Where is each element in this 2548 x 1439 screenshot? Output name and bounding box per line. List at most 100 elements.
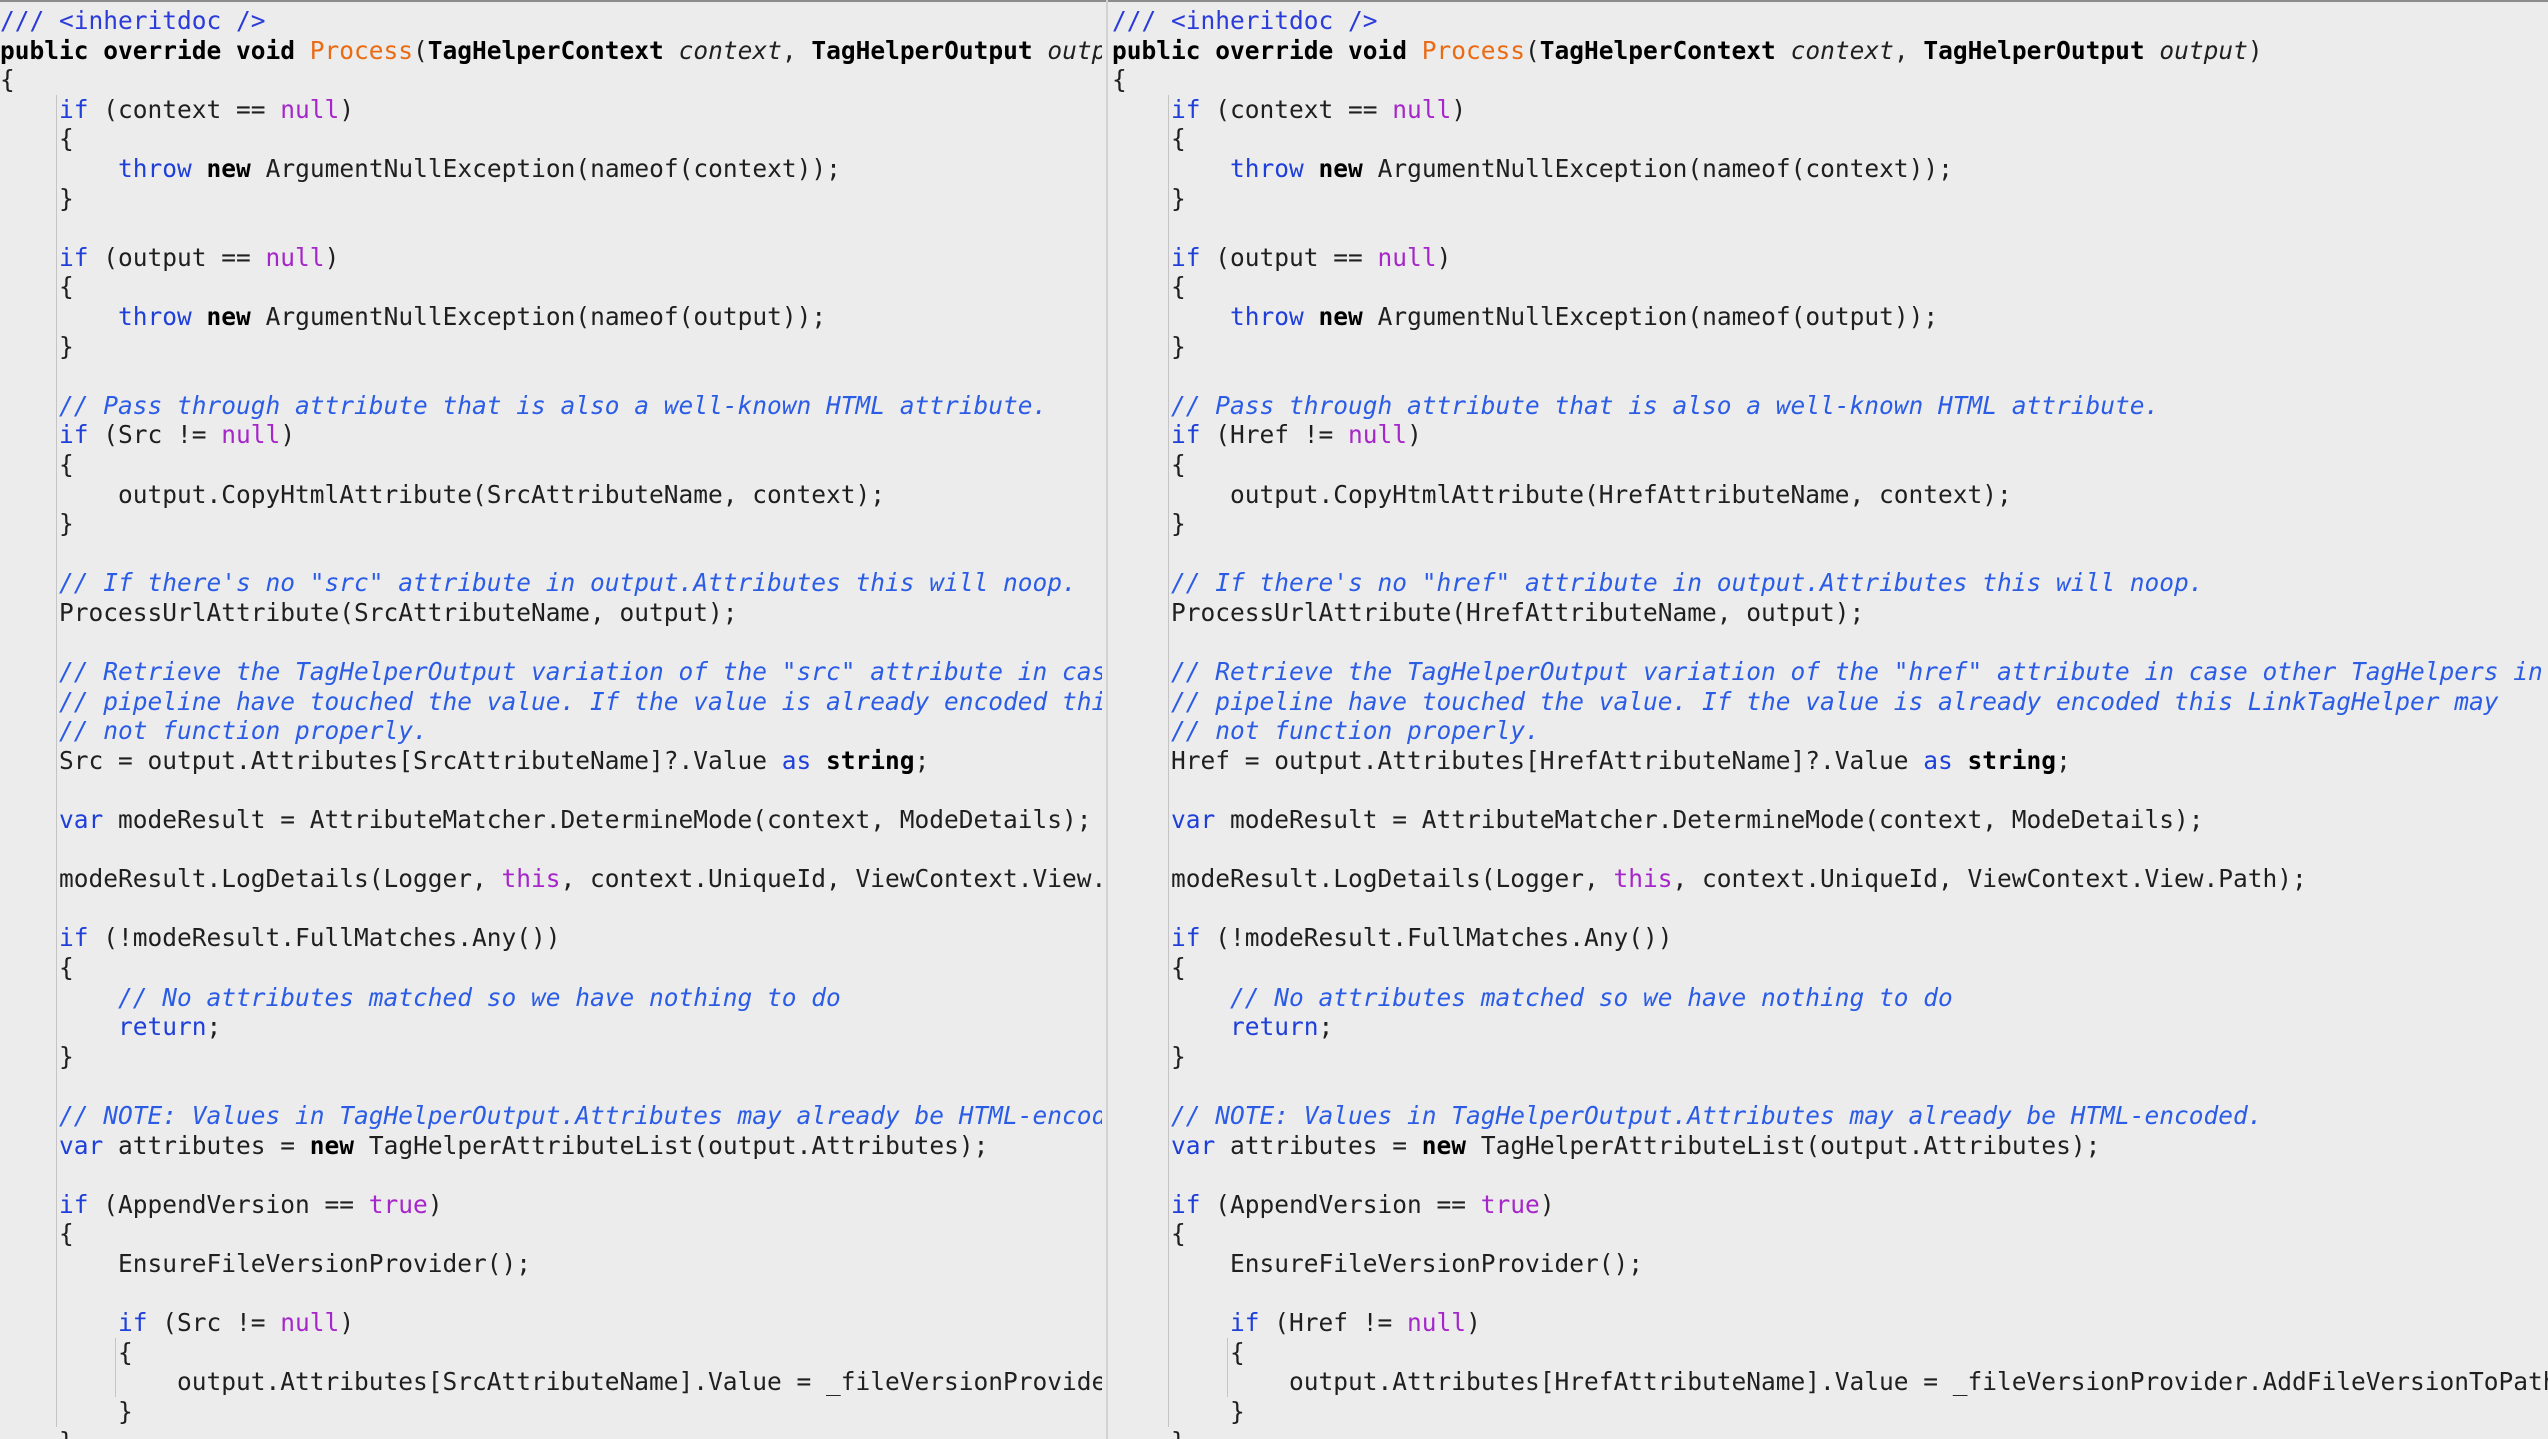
code-line[interactable]: { xyxy=(0,1219,1102,1249)
code-line[interactable]: modeResult.LogDetails(Logger, this, cont… xyxy=(1112,864,2548,894)
code-pane-right[interactable]: /// <inheritdoc /> public override void P… xyxy=(1112,0,2548,1439)
code-line[interactable]: if (output == null) xyxy=(1112,243,2548,273)
code-line[interactable]: } xyxy=(0,1042,1102,1072)
code-line[interactable]: { xyxy=(0,65,1102,95)
code-line[interactable]: // No attributes matched so we have noth… xyxy=(1112,983,2548,1013)
code-line[interactable]: if (context == null) xyxy=(1112,95,2548,125)
code-line[interactable]: throw new ArgumentNullException(nameof(o… xyxy=(0,302,1102,332)
code-line[interactable]: if (!modeResult.FullMatches.Any()) xyxy=(0,923,1102,953)
code-line[interactable]: if (Href != null) xyxy=(1112,420,2548,450)
code-line[interactable]: public override void Process(TagHelperCo… xyxy=(1112,36,2548,66)
code-line[interactable] xyxy=(0,627,1102,657)
code-line[interactable]: // If there's no "src" attribute in outp… xyxy=(0,568,1102,598)
code-listing-right[interactable]: /// <inheritdoc /> public override void P… xyxy=(1112,6,2548,1439)
code-line[interactable] xyxy=(1112,539,2548,569)
code-line[interactable]: var modeResult = AttributeMatcher.Determ… xyxy=(1112,805,2548,835)
code-line[interactable]: return; xyxy=(0,1012,1102,1042)
code-line[interactable]: // not function properly. xyxy=(0,716,1102,746)
code-line[interactable]: { xyxy=(0,272,1102,302)
code-line[interactable] xyxy=(0,1279,1102,1309)
code-line[interactable]: } xyxy=(1112,509,2548,539)
code-line[interactable] xyxy=(1112,1160,2548,1190)
code-line[interactable]: } xyxy=(0,184,1102,214)
code-line[interactable]: // Pass through attribute that is also a… xyxy=(1112,391,2548,421)
code-line[interactable] xyxy=(0,775,1102,805)
code-line[interactable]: throw new ArgumentNullException(nameof(c… xyxy=(0,154,1102,184)
code-line[interactable] xyxy=(1112,1071,2548,1101)
code-line[interactable]: if (AppendVersion == true) xyxy=(1112,1190,2548,1220)
code-line[interactable]: { xyxy=(1112,124,2548,154)
code-line[interactable]: ProcessUrlAttribute(SrcAttributeName, ou… xyxy=(0,598,1102,628)
code-line[interactable]: return; xyxy=(1112,1012,2548,1042)
code-line[interactable]: if (output == null) xyxy=(0,243,1102,273)
code-line[interactable]: } xyxy=(1112,1042,2548,1072)
code-line[interactable]: var modeResult = AttributeMatcher.Determ… xyxy=(0,805,1102,835)
code-line[interactable]: output.Attributes[HrefAttributeName].Val… xyxy=(1112,1367,2548,1397)
code-line[interactable]: throw new ArgumentNullException(nameof(c… xyxy=(1112,154,2548,184)
code-line[interactable]: /// <inheritdoc /> xyxy=(0,6,1102,36)
code-line[interactable]: // NOTE: Values in TagHelperOutput.Attri… xyxy=(0,1101,1102,1131)
code-line[interactable]: } xyxy=(0,1427,1102,1439)
code-pane-left[interactable]: /// <inheritdoc /> public override void P… xyxy=(0,0,1102,1439)
code-line[interactable]: if (!modeResult.FullMatches.Any()) xyxy=(1112,923,2548,953)
code-line[interactable]: Src = output.Attributes[SrcAttributeName… xyxy=(0,746,1102,776)
code-line[interactable]: } xyxy=(1112,332,2548,362)
code-line[interactable]: { xyxy=(1112,1219,2548,1249)
code-line[interactable]: output.CopyHtmlAttribute(HrefAttributeNa… xyxy=(1112,480,2548,510)
code-line[interactable] xyxy=(0,1160,1102,1190)
code-line[interactable]: throw new ArgumentNullException(nameof(o… xyxy=(1112,302,2548,332)
code-line[interactable]: EnsureFileVersionProvider(); xyxy=(1112,1249,2548,1279)
code-line[interactable] xyxy=(1112,835,2548,865)
code-line[interactable] xyxy=(1112,894,2548,924)
code-line[interactable]: // No attributes matched so we have noth… xyxy=(0,983,1102,1013)
code-line[interactable] xyxy=(0,539,1102,569)
code-line[interactable]: // Retrieve the TagHelperOutput variatio… xyxy=(0,657,1102,687)
code-line[interactable] xyxy=(1112,361,2548,391)
code-line[interactable]: if (context == null) xyxy=(0,95,1102,125)
code-line[interactable] xyxy=(0,835,1102,865)
code-line[interactable]: Href = output.Attributes[HrefAttributeNa… xyxy=(1112,746,2548,776)
code-line[interactable]: if (Href != null) xyxy=(1112,1308,2548,1338)
code-line[interactable]: { xyxy=(0,953,1102,983)
code-line[interactable]: ProcessUrlAttribute(HrefAttributeName, o… xyxy=(1112,598,2548,628)
code-line[interactable]: modeResult.LogDetails(Logger, this, cont… xyxy=(0,864,1102,894)
code-line[interactable]: } xyxy=(1112,1397,2548,1427)
code-line[interactable]: // not function properly. xyxy=(1112,716,2548,746)
code-line[interactable]: output.CopyHtmlAttribute(SrcAttributeNam… xyxy=(0,480,1102,510)
code-line[interactable]: // Retrieve the TagHelperOutput variatio… xyxy=(1112,657,2548,687)
code-line[interactable]: { xyxy=(1112,953,2548,983)
code-line[interactable]: } xyxy=(1112,1427,2548,1439)
code-line[interactable]: { xyxy=(1112,450,2548,480)
code-line[interactable]: { xyxy=(1112,1338,2548,1368)
code-line[interactable]: if (Src != null) xyxy=(0,420,1102,450)
split-divider[interactable] xyxy=(1106,0,1108,1439)
code-line[interactable]: } xyxy=(0,509,1102,539)
code-line[interactable]: // pipeline have touched the value. If t… xyxy=(0,687,1102,717)
code-line[interactable]: { xyxy=(1112,272,2548,302)
code-line[interactable]: { xyxy=(0,124,1102,154)
code-line[interactable] xyxy=(1112,627,2548,657)
code-line[interactable]: public override void Process(TagHelperCo… xyxy=(0,36,1102,66)
code-line[interactable]: } xyxy=(0,1397,1102,1427)
code-line[interactable]: /// <inheritdoc /> xyxy=(1112,6,2548,36)
code-line[interactable]: if (Src != null) xyxy=(0,1308,1102,1338)
code-line[interactable]: // pipeline have touched the value. If t… xyxy=(1112,687,2548,717)
code-line[interactable] xyxy=(1112,775,2548,805)
code-line[interactable]: } xyxy=(1112,184,2548,214)
code-line[interactable]: // NOTE: Values in TagHelperOutput.Attri… xyxy=(1112,1101,2548,1131)
code-line[interactable] xyxy=(1112,1279,2548,1309)
code-line[interactable]: if (AppendVersion == true) xyxy=(0,1190,1102,1220)
code-line[interactable] xyxy=(0,1071,1102,1101)
code-line[interactable]: { xyxy=(1112,65,2548,95)
code-line[interactable]: // If there's no "href" attribute in out… xyxy=(1112,568,2548,598)
code-line[interactable]: { xyxy=(0,1338,1102,1368)
code-line[interactable]: // Pass through attribute that is also a… xyxy=(0,391,1102,421)
code-line[interactable]: } xyxy=(0,332,1102,362)
code-line[interactable]: var attributes = new TagHelperAttributeL… xyxy=(0,1131,1102,1161)
code-listing-left[interactable]: /// <inheritdoc /> public override void P… xyxy=(0,6,1102,1439)
code-line[interactable]: { xyxy=(0,450,1102,480)
code-line[interactable]: output.Attributes[SrcAttributeName].Valu… xyxy=(0,1367,1102,1397)
code-line[interactable]: var attributes = new TagHelperAttributeL… xyxy=(1112,1131,2548,1161)
code-line[interactable] xyxy=(0,361,1102,391)
code-line[interactable] xyxy=(1112,213,2548,243)
